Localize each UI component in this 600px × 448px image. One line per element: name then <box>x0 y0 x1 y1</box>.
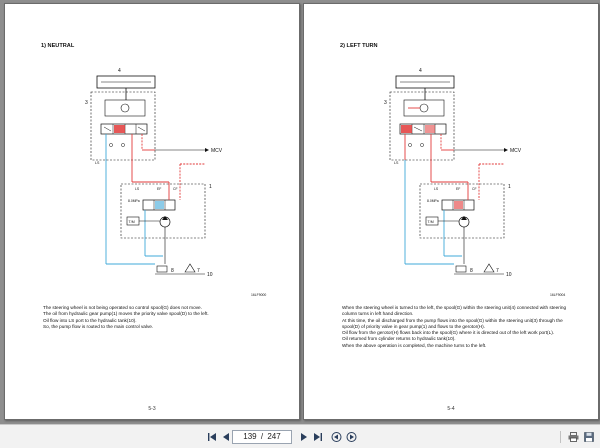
description-text: The steering wheel is not being operated… <box>43 305 275 330</box>
label-ls: LS <box>95 161 100 165</box>
label-4: 4 <box>118 68 121 74</box>
hydraulic-circuit-diagram-left-turn: 4 3 MCV LS 1 LS EF CF 8.0MPa T/M 8 7 10 … <box>384 68 565 297</box>
label-10: 10 <box>506 272 512 278</box>
last-page-icon[interactable] <box>311 430 325 444</box>
label-1: 1 <box>508 184 511 190</box>
label-3: 3 <box>384 100 387 106</box>
label-pressure: 8.0MPa <box>128 199 140 203</box>
page-indicator[interactable]: 139 / 247 <box>232 430 292 444</box>
page-separator: / <box>260 432 264 441</box>
save-icon[interactable] <box>582 430 596 444</box>
label-4: 4 <box>419 68 422 74</box>
label-8: 8 <box>470 268 473 274</box>
filter-7 <box>184 263 196 273</box>
page-navigation-toolbar: 139 / 247 <box>0 424 600 448</box>
label-tm: T/M <box>428 220 434 224</box>
label-ls: LS <box>394 161 399 165</box>
page-number: 5-4 <box>447 406 455 412</box>
forward-icon[interactable] <box>344 430 358 444</box>
label-3: 3 <box>85 100 88 106</box>
next-page-icon[interactable] <box>297 430 311 444</box>
label-mcv: MCV <box>211 148 223 154</box>
page-right: 2) LEFT TURN 4 3 MCV LS 1 LS EF CF 8.0MP… <box>303 3 599 420</box>
current-page-input[interactable]: 139 <box>242 432 257 441</box>
gear-pump-box <box>120 183 206 239</box>
label-ef: EF <box>456 187 460 191</box>
label-ls-port: LS <box>434 187 439 191</box>
label-cf: CF <box>472 187 477 191</box>
first-page-icon[interactable] <box>205 430 219 444</box>
paragraph: When the steering wheel is turned to the… <box>342 305 567 317</box>
tank-8 <box>156 265 168 273</box>
label-7: 7 <box>197 268 200 274</box>
paragraph: When the above operation is completed, t… <box>342 342 487 348</box>
toolbar-divider <box>560 431 561 443</box>
description-text: When the steering wheel is turned to the… <box>342 305 574 349</box>
label-pressure: 8.0MPa <box>427 199 439 203</box>
figure-id: 16LF9004 <box>550 293 565 297</box>
page-number: 5-3 <box>148 406 156 412</box>
label-ls-port: LS <box>135 187 140 191</box>
label-10: 10 <box>207 272 213 278</box>
figure-id: 16LF9000 <box>251 293 266 297</box>
back-icon[interactable] <box>329 430 343 444</box>
label-7: 7 <box>496 268 499 274</box>
label-8: 8 <box>171 268 174 274</box>
label-mcv: MCV <box>510 148 522 154</box>
label-ef: EF <box>157 187 161 191</box>
label-cf: CF <box>173 187 178 191</box>
paragraph: So, the pump flow is routed to the main … <box>43 323 154 329</box>
document-viewer: 1) NEUTRAL 4 3 MCV LS 1 LS EF CF 8.0MPa … <box>0 0 600 424</box>
print-icon[interactable] <box>566 430 580 444</box>
label-tm: T/M <box>129 220 135 224</box>
paragraph: At this time, the oil discharged from th… <box>342 317 563 329</box>
hydraulic-circuit-diagram-neutral: 4 3 MCV LS 1 LS EF CF 8.0MPa T/M 8 7 10 … <box>85 68 266 297</box>
label-1: 1 <box>209 184 212 190</box>
total-pages: 247 <box>267 432 281 441</box>
page-left: 1) NEUTRAL 4 3 MCV LS 1 LS EF CF 8.0MPa … <box>4 3 300 420</box>
previous-page-icon[interactable] <box>219 430 233 444</box>
